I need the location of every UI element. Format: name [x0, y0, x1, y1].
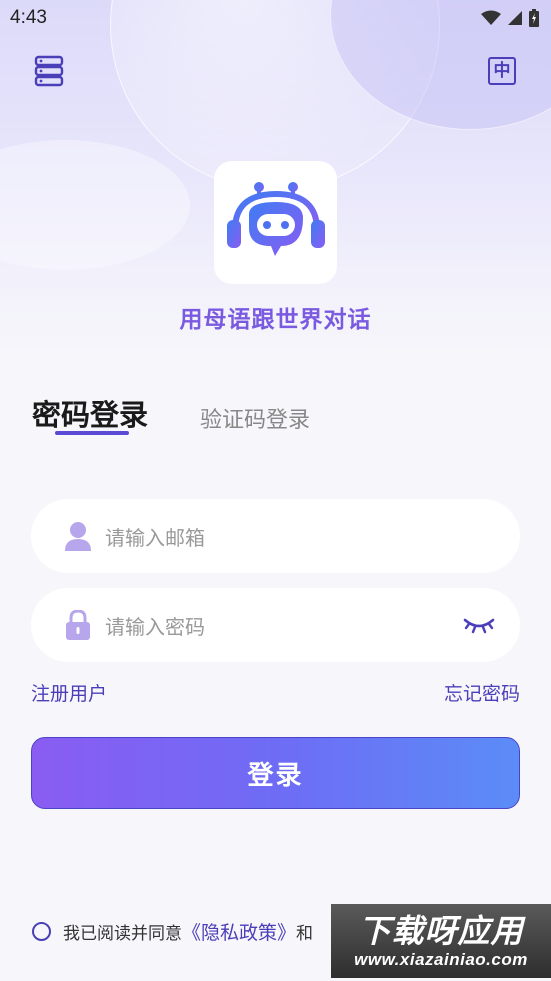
language-switch-button[interactable]: 中 [483, 52, 521, 90]
status-time: 4:43 [10, 7, 47, 28]
tab-password-login[interactable]: 密码登录 [32, 392, 148, 434]
active-tab-indicator [55, 431, 129, 435]
status-bar: 4:43 [0, 0, 551, 36]
login-button-label: 登录 [247, 760, 304, 791]
eye-closed-icon [463, 618, 495, 634]
agreement-checkbox[interactable] [32, 922, 51, 941]
server-list-icon [34, 55, 64, 87]
signal-icon [508, 11, 522, 25]
decor-bubble [0, 140, 190, 270]
robot-headphones-icon [226, 181, 325, 256]
email-placeholder: 请输入邮箱 [105, 525, 205, 550]
app-logo [214, 161, 337, 284]
register-link[interactable]: 注册用户 [31, 679, 107, 706]
language-label: 中 [493, 60, 511, 81]
agreement-and: 和 [296, 924, 314, 944]
agreement-row: 我已阅读并同意 《隐私政策》 和 [32, 918, 313, 945]
password-field[interactable]: 请输入密码 [31, 588, 520, 662]
privacy-policy-link[interactable]: 《隐私政策》 [182, 918, 296, 945]
site-watermark: 下载呀应用 www.xiazainiao.com [331, 904, 551, 978]
forgot-password-link[interactable]: 忘记密码 [444, 679, 520, 706]
toggle-password-visibility[interactable] [462, 612, 496, 640]
password-placeholder: 请输入密码 [105, 614, 205, 639]
language-icon: 中 [488, 57, 516, 85]
lock-icon [58, 610, 98, 640]
tab-code-login[interactable]: 验证码登录 [200, 402, 310, 434]
agreement-prefix: 我已阅读并同意 [63, 924, 182, 944]
status-icons [481, 9, 539, 27]
app-slogan: 用母语跟世界对话 [179, 307, 372, 333]
user-icon [58, 521, 98, 551]
login-button[interactable]: 登录 [31, 737, 520, 809]
server-list-button[interactable] [30, 52, 68, 90]
watermark-title: 下载呀应用 [358, 912, 524, 950]
email-field[interactable]: 请输入邮箱 [31, 499, 520, 573]
wifi-icon [481, 10, 501, 25]
watermark-url: www.xiazainiao.com [354, 950, 528, 969]
battery-icon [529, 9, 539, 27]
